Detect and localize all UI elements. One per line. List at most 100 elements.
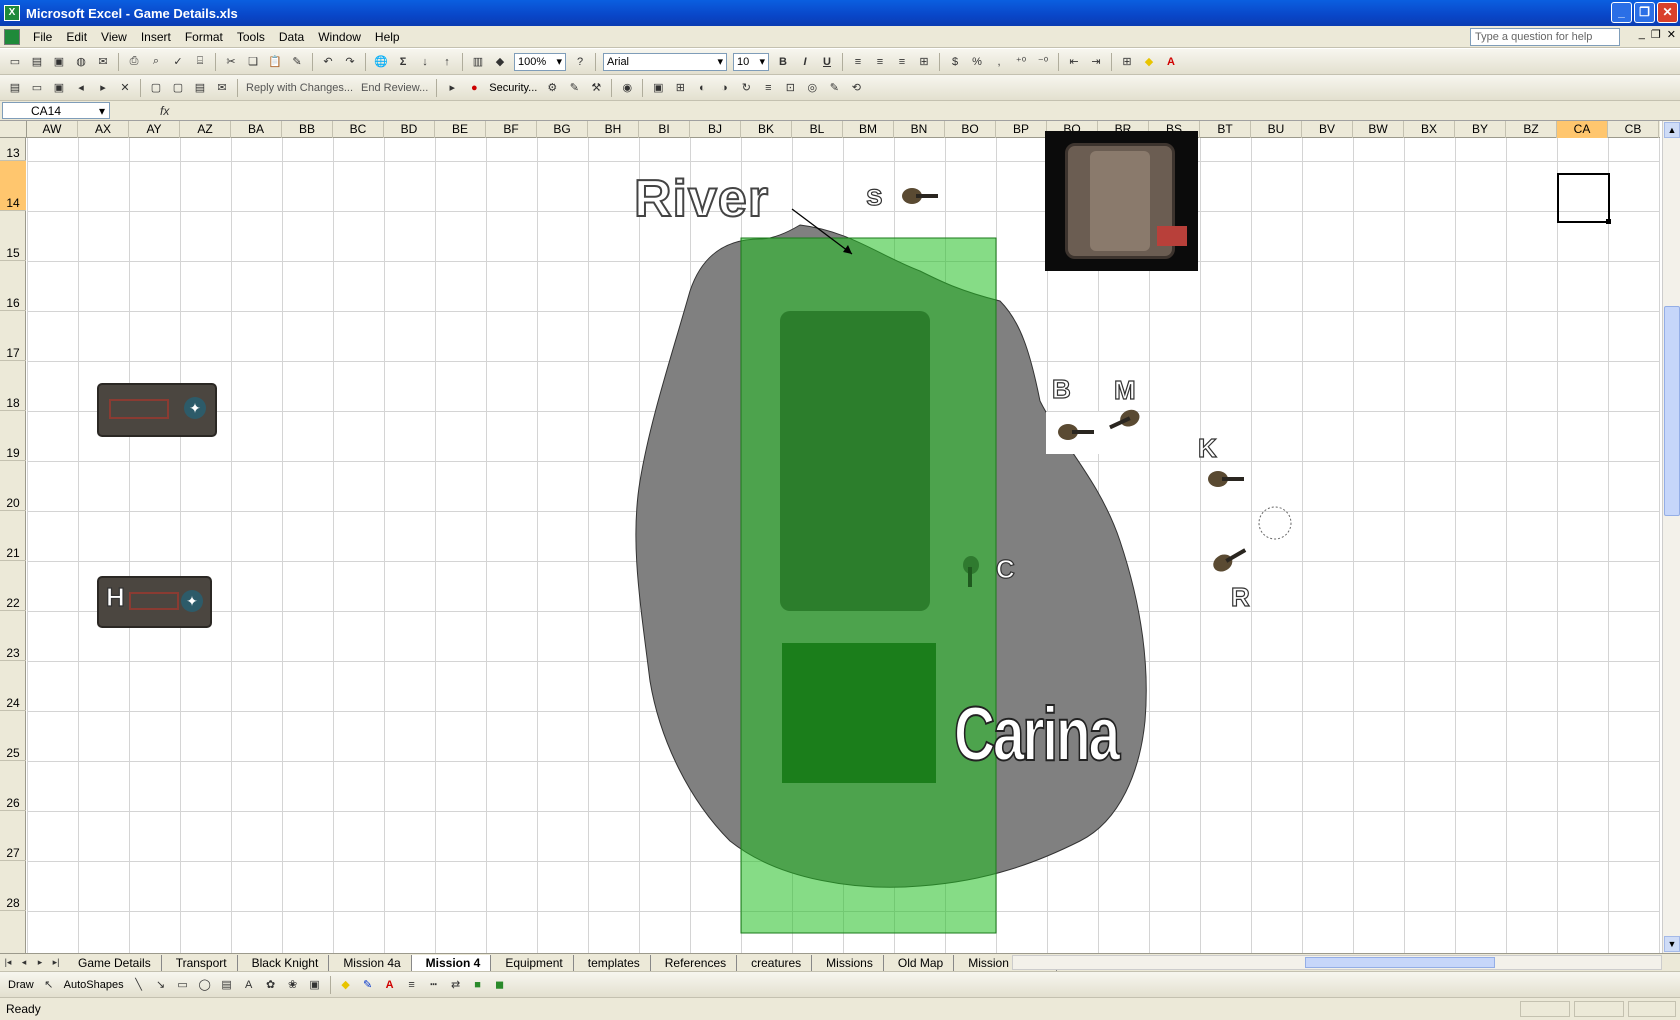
sort-ascending-icon[interactable]: ↓ xyxy=(416,53,434,71)
underline-button[interactable]: U xyxy=(818,53,836,71)
picture-icon[interactable]: ▣ xyxy=(649,79,667,97)
comma-button[interactable]: , xyxy=(990,53,1008,71)
menu-tools[interactable]: Tools xyxy=(230,28,272,46)
save-icon[interactable]: ▣ xyxy=(50,53,68,71)
script-editor-icon[interactable]: ◉ xyxy=(618,79,636,97)
permission-icon[interactable]: ◍ xyxy=(72,53,90,71)
print-preview-icon[interactable]: ⌕ xyxy=(147,53,165,71)
sheet-tab[interactable]: Mission 4a xyxy=(329,954,412,971)
percent-button[interactable]: % xyxy=(968,53,986,71)
align-left-icon[interactable]: ≡ xyxy=(849,53,867,71)
rotate-icon[interactable]: ↻ xyxy=(737,79,755,97)
design-mode-icon[interactable]: ⚒ xyxy=(587,79,605,97)
chart-wizard-icon[interactable]: ▥ xyxy=(469,53,487,71)
draw-menu-button[interactable]: Draw xyxy=(8,979,34,991)
shadow-style-icon[interactable]: ■ xyxy=(469,976,487,994)
sheet-tab[interactable]: creatures xyxy=(737,954,813,971)
reset-picture-icon[interactable]: ⟲ xyxy=(847,79,865,97)
increase-indent-icon[interactable]: ⇥ xyxy=(1087,53,1105,71)
control-toolbox-icon[interactable]: ✎ xyxy=(565,79,583,97)
drawing-icon[interactable]: ◆ xyxy=(491,53,509,71)
worksheet-grid[interactable]: AW AX AY AZ BA BB BC BD BE BF BG BH BI B… xyxy=(0,121,1680,953)
soldier-b-token[interactable] xyxy=(1054,419,1094,445)
brightness-icon[interactable]: ◑ xyxy=(715,79,733,97)
font-color-icon[interactable]: A xyxy=(1162,53,1180,71)
comment-icon[interactable]: ▭ xyxy=(28,79,46,97)
minimize-button[interactable]: _ xyxy=(1611,2,1632,23)
folder-icon[interactable]: ▤ xyxy=(6,79,24,97)
vertical-scrollbar[interactable]: ▲ ▼ xyxy=(1662,121,1680,953)
send-icon[interactable]: ✉ xyxy=(213,79,231,97)
wordart-icon[interactable]: A xyxy=(240,976,258,994)
doc-restore-button[interactable]: ❐ xyxy=(1651,28,1661,41)
sheet-tab[interactable]: templates xyxy=(573,954,651,971)
line-color-icon[interactable]: ✎ xyxy=(359,976,377,994)
chevron-down-icon[interactable]: ▾ xyxy=(99,104,105,118)
sheet-tab[interactable]: Equipment xyxy=(491,954,574,971)
diagram-icon[interactable]: ✿ xyxy=(262,976,280,994)
menu-file[interactable]: File xyxy=(26,28,59,46)
scroll-up-icon[interactable]: ▲ xyxy=(1664,122,1680,138)
soldier-k-token[interactable] xyxy=(1204,466,1244,492)
sheet-tab-active[interactable]: Mission 4 xyxy=(411,954,492,971)
bold-button[interactable]: B xyxy=(774,53,792,71)
currency-icon[interactable]: $ xyxy=(946,53,964,71)
apc-vehicle-top[interactable]: ✦ xyxy=(97,383,217,437)
menu-edit[interactable]: Edit xyxy=(59,28,94,46)
delete-comment-icon[interactable]: ✕ xyxy=(116,79,134,97)
decrease-indent-icon[interactable]: ⇤ xyxy=(1065,53,1083,71)
dotted-marker-circle[interactable] xyxy=(1258,506,1292,540)
merge-center-icon[interactable]: ⊞ xyxy=(915,53,933,71)
font-size-select[interactable]: 10 ▾ xyxy=(733,52,769,71)
reply-with-changes-button[interactable]: Reply with Changes... xyxy=(246,82,353,94)
insert-function-icon[interactable]: fx xyxy=(160,104,169,118)
menu-format[interactable]: Format xyxy=(178,28,230,46)
fill-color-icon[interactable]: ◆ xyxy=(337,976,355,994)
workbook-icon[interactable] xyxy=(4,28,20,45)
large-vehicle-shadow[interactable] xyxy=(780,311,930,611)
menu-view[interactable]: View xyxy=(94,28,134,46)
name-box[interactable]: CA14 ▾ xyxy=(2,102,110,119)
insert-picture-icon[interactable]: ▣ xyxy=(306,976,324,994)
autosum-icon[interactable]: Σ xyxy=(394,53,412,71)
format-picture-icon[interactable]: ✎ xyxy=(825,79,843,97)
reviewing-pane-icon[interactable]: ▤ xyxy=(191,79,209,97)
decrease-decimal-icon[interactable]: ⁻⁰ xyxy=(1034,53,1052,71)
crawler-vehicle-shadow[interactable] xyxy=(782,643,936,783)
prev-sheet-icon[interactable]: ◂ xyxy=(16,957,32,968)
visual-basic-icon[interactable]: ⚙ xyxy=(543,79,561,97)
carina-label[interactable]: Carina xyxy=(953,691,1121,778)
doc-minimize-button[interactable]: _ xyxy=(1639,28,1645,41)
arrow-icon[interactable]: ↘ xyxy=(152,976,170,994)
rectangle-icon[interactable]: ▭ xyxy=(174,976,192,994)
crop-icon[interactable]: ⊞ xyxy=(671,79,689,97)
end-review-button[interactable]: End Review... xyxy=(361,82,428,94)
run-macro-icon[interactable]: ▸ xyxy=(443,79,461,97)
track-changes-icon[interactable]: ▣ xyxy=(50,79,68,97)
redo-icon[interactable]: ↷ xyxy=(341,53,359,71)
sheet-tab[interactable]: Old Map xyxy=(883,954,955,971)
arrow-style-icon[interactable]: ⇄ xyxy=(447,976,465,994)
text-box-icon[interactable]: ▤ xyxy=(218,976,236,994)
menu-window[interactable]: Window xyxy=(311,28,368,46)
borders-icon[interactable]: ⊞ xyxy=(1118,53,1136,71)
line-icon[interactable]: ╲ xyxy=(130,976,148,994)
font-color-icon[interactable]: A xyxy=(381,976,399,994)
autoshapes-menu-button[interactable]: AutoShapes xyxy=(64,979,124,991)
research-icon[interactable]: ⌸ xyxy=(191,53,209,71)
excel-app-icon[interactable]: X xyxy=(4,5,20,21)
clip-art-icon[interactable]: ❀ xyxy=(284,976,302,994)
armored-vehicle-image[interactable] xyxy=(1045,131,1198,271)
next-comment-icon[interactable]: ▸ xyxy=(94,79,112,97)
oval-icon[interactable]: ◯ xyxy=(196,976,214,994)
sheet-tab[interactable]: References xyxy=(650,954,738,971)
dash-style-icon[interactable]: ┅ xyxy=(425,976,443,994)
soldier-s-token[interactable] xyxy=(898,183,938,209)
doc-close-button[interactable]: ✕ xyxy=(1667,28,1676,41)
first-sheet-icon[interactable]: |◂ xyxy=(0,957,16,968)
record-macro-icon[interactable]: ● xyxy=(465,79,483,97)
security-button[interactable]: Security... xyxy=(489,82,537,94)
previous-comment-icon[interactable]: ◂ xyxy=(72,79,90,97)
restore-button[interactable]: ❐ xyxy=(1634,2,1655,23)
increase-decimal-icon[interactable]: ⁺⁰ xyxy=(1012,53,1030,71)
